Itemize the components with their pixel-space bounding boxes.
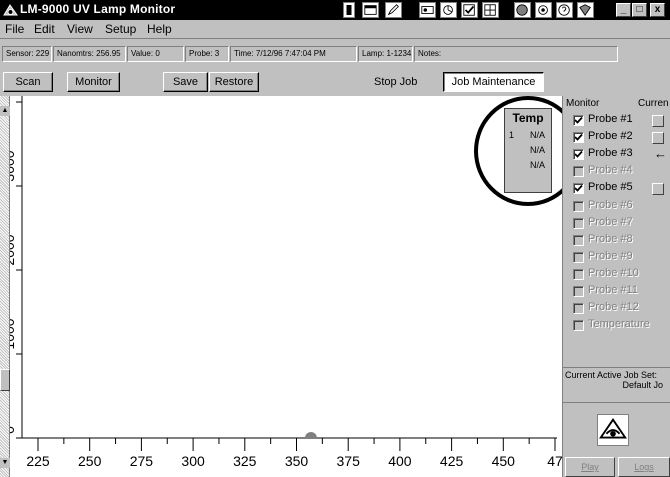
probe-label: Probe #9 — [588, 249, 633, 262]
network-icon[interactable] — [535, 2, 552, 18]
probe-panel: Monitor Curren Probe #1 Probe #2 Probe #3 ←… — [562, 96, 670, 477]
grid-icon[interactable] — [482, 2, 499, 18]
probe-label: Probe #2 — [588, 130, 633, 143]
window-title: LM-9000 UV Lamp Monitor — [20, 2, 176, 16]
probe-checkbox — [573, 268, 584, 280]
x-tick-label: 275 — [130, 453, 154, 469]
probe-checkbox[interactable] — [573, 149, 584, 161]
minimize-button[interactable]: _ — [616, 3, 631, 17]
monitor-header: Monitor — [566, 98, 600, 109]
x-tick-label: 250 — [78, 453, 102, 469]
probe-label: Probe #10 — [588, 266, 639, 279]
probe-checkbox — [573, 303, 584, 315]
scroll-down-arrow-icon[interactable]: ▼ — [0, 458, 10, 468]
help-icon[interactable] — [556, 2, 573, 18]
value-readout: Value: 0 — [127, 46, 184, 62]
time-readout: Time: 7/12/96 7:47:04 PM — [230, 46, 357, 62]
scrollbar-thumb[interactable] — [0, 369, 10, 391]
lamp-logo-icon — [597, 414, 629, 446]
x-tick-label: 425 — [440, 453, 464, 469]
position-marker — [304, 432, 317, 438]
menu-edit[interactable]: Edit — [34, 22, 55, 36]
shield-icon[interactable] — [577, 2, 594, 18]
checkmark-icon — [574, 185, 583, 193]
probe-label: Probe #12 — [588, 301, 639, 314]
probe-checkbox[interactable] — [573, 115, 584, 126]
logo-area — [563, 404, 670, 459]
x-tick-label: 375 — [337, 453, 361, 469]
probe-label: Probe #7 — [588, 215, 633, 228]
indicator-icon — [343, 2, 355, 18]
checkmark-icon — [574, 133, 583, 141]
x-tick-label: 225 — [26, 453, 50, 469]
probe-checkbox — [573, 320, 584, 332]
menu-setup[interactable]: Setup — [105, 22, 136, 36]
sensor-readout: Sensor: 229 — [2, 46, 52, 62]
x-tick-label: 325 — [233, 453, 257, 469]
probe-label: Probe #1 — [588, 113, 633, 125]
probe-label: Probe #4 — [588, 164, 633, 177]
status-bar: Sensor: 229 Nanomtrs: 256.95 Value: 0 Pr… — [0, 38, 670, 68]
current-header: Curren — [638, 98, 669, 109]
restore-button[interactable]: Restore — [209, 72, 259, 92]
globe-icon[interactable] — [514, 2, 531, 18]
probe-label: Temperature — [588, 318, 650, 331]
probe-checkbox — [573, 234, 584, 246]
monitor-button[interactable]: Monitor — [67, 72, 120, 92]
probe-checkbox — [573, 200, 584, 212]
current-probe-box[interactable] — [652, 115, 664, 127]
nanometers-readout: Nanomtrs: 256.95 — [53, 46, 126, 62]
edit-icon[interactable] — [385, 2, 402, 18]
probe-checkbox[interactable] — [573, 183, 584, 195]
spectrum-chart: 2252502753003253503754004254504701000200… — [0, 96, 582, 477]
check-icon[interactable] — [461, 2, 478, 18]
checkmark-icon — [574, 151, 583, 158]
maximize-button[interactable]: □ — [632, 3, 647, 17]
probe-label: Probe #3 — [588, 147, 633, 160]
stop-job-button[interactable]: Stop Job — [374, 76, 417, 88]
probe-label: Probe #6 — [588, 198, 633, 211]
chart-icon[interactable] — [440, 2, 457, 18]
window-icon[interactable] — [362, 2, 379, 18]
current-arrow-icon: ← — [654, 146, 667, 162]
action-toolbar: Scan Monitor Save Restore Stop Job Job M… — [0, 68, 670, 96]
probe-readout: Probe: 3 — [185, 46, 229, 62]
lamp-readout: Lamp: 1-1234 — [358, 46, 413, 62]
x-tick-label: 400 — [388, 453, 412, 469]
play-button[interactable]: Play — [565, 457, 615, 477]
x-tick-label: 47 — [547, 453, 562, 469]
title-bar: LM-9000 UV Lamp Monitor _ □ x — [0, 0, 670, 20]
x-tick-label: 300 — [181, 453, 205, 469]
job-maintenance-button[interactable]: Job Maintenance — [443, 72, 544, 92]
notes-field[interactable]: Notes: — [414, 46, 618, 62]
probe-checkbox — [573, 286, 584, 297]
media-icon[interactable] — [419, 2, 436, 18]
current-probe-box[interactable] — [652, 132, 664, 145]
close-button[interactable]: x — [650, 3, 665, 17]
current-probe-box[interactable] — [652, 183, 664, 196]
probe-checkbox[interactable] — [573, 132, 584, 144]
probe-label: Probe #11 — [588, 284, 638, 296]
probe-label: Probe #8 — [588, 232, 633, 245]
scan-button[interactable]: Scan — [3, 72, 53, 92]
job-set-box: Current Active Job Set: Default Jo — [563, 367, 670, 403]
chart-vertical-scrollbar[interactable]: ▲ ▼ — [0, 96, 10, 477]
save-button[interactable]: Save — [163, 72, 208, 92]
app-lamp-icon[interactable] — [3, 3, 18, 17]
x-tick-label: 350 — [285, 453, 309, 469]
probe-checkbox — [573, 251, 584, 263]
scroll-up-arrow-icon[interactable]: ▲ — [0, 106, 10, 116]
job-set-value: Default Jo — [622, 380, 663, 390]
x-tick-label: 450 — [492, 453, 516, 469]
menu-help[interactable]: Help — [147, 22, 172, 36]
job-set-label: Current Active Job Set: — [565, 370, 658, 380]
logs-button[interactable]: Logs — [618, 457, 670, 477]
probe-checkbox — [573, 217, 584, 229]
checkmark-icon — [574, 116, 583, 124]
menu-view[interactable]: View — [67, 22, 93, 36]
probe-label: Probe #5 — [588, 181, 633, 194]
probe-checkbox — [573, 166, 584, 178]
menu-file[interactable]: File — [5, 22, 24, 36]
menu-bar: File Edit View Setup Help — [0, 20, 670, 38]
